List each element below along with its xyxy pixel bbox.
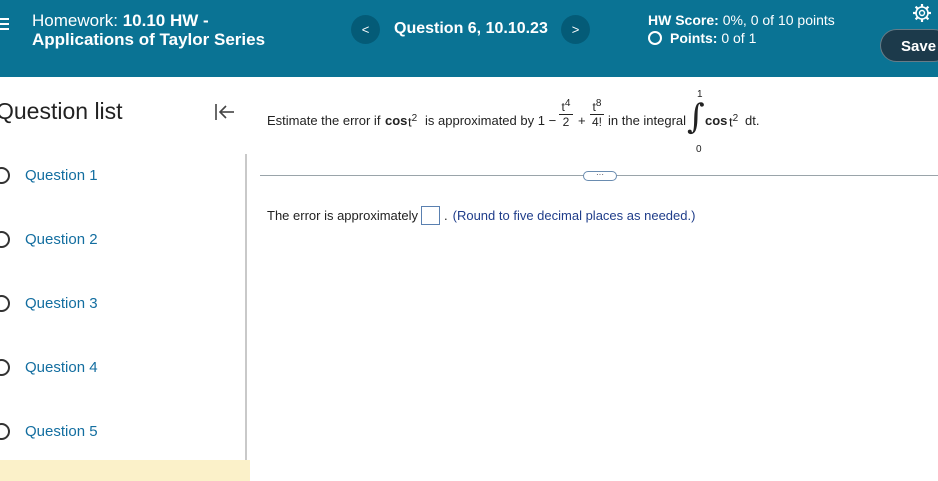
cos-label: cos <box>385 113 408 128</box>
sidebar-item-question-4[interactable]: Question 4 <box>0 355 98 379</box>
question-panel: Estimate the error if cos t2 is approxim… <box>250 77 938 481</box>
question-label: Question 6, 10.10.23 <box>394 20 548 37</box>
question-list-sidebar: Question list Question 1 Question 2 Ques… <box>0 77 250 481</box>
rounding-hint: (Round to five decimal places as needed.… <box>452 208 696 223</box>
fraction-t8-over-4factorial: t8 4! <box>590 98 604 129</box>
sidebar-item-current-highlight[interactable] <box>0 460 250 481</box>
status-circle-icon <box>0 230 10 248</box>
problem-statement: Estimate the error if cos t2 is approxim… <box>267 87 907 157</box>
plus-sign: + <box>578 113 586 128</box>
sidebar-item-question-2[interactable]: Question 2 <box>0 227 98 251</box>
gear-icon[interactable] <box>912 3 932 23</box>
answer-row: The error is approximately . (Round to f… <box>267 206 695 225</box>
integrand-t: t2 <box>729 113 739 130</box>
problem-text-integral: in the integral <box>608 113 687 128</box>
status-circle-icon <box>0 294 10 312</box>
sidebar-item-question-5[interactable]: Question 5 <box>0 419 98 443</box>
answer-input[interactable] <box>421 206 440 225</box>
homework-name: Applications of Taylor Series <box>32 30 266 49</box>
answer-prompt: The error is approximately <box>267 208 418 223</box>
status-circle-icon <box>0 358 10 376</box>
dt-label: dt. <box>745 113 760 128</box>
next-question-button[interactable]: > <box>561 15 590 44</box>
top-header: Homework: 10.10 HW - Applications of Tay… <box>0 0 938 77</box>
sidebar-item-question-3[interactable]: Question 3 <box>0 291 98 315</box>
homework-title: Homework: 10.10 HW - Applications of Tay… <box>32 11 265 49</box>
collapse-sidebar-icon[interactable] <box>214 101 236 123</box>
sidebar-scrollbar[interactable] <box>245 154 247 481</box>
status-circle-icon <box>0 422 10 440</box>
problem-text-intro: Estimate the error if <box>267 113 381 128</box>
t-variable: t2 <box>408 113 418 130</box>
integral-lower-limit: 0 <box>696 144 702 155</box>
homework-prefix: Homework: <box>32 11 118 30</box>
sidebar-item-question-1[interactable]: Question 1 <box>0 163 98 187</box>
status-circle-icon <box>0 166 10 184</box>
homework-number: 10.10 HW - <box>122 11 209 30</box>
save-button[interactable]: Save <box>880 29 938 62</box>
question-list-title: Question list <box>0 98 123 124</box>
problem-text-approx: is approximated by 1 − <box>425 113 557 128</box>
more-options-button[interactable]: ··· <box>583 171 617 181</box>
points-status-icon <box>648 31 662 45</box>
integrand-cos: cos <box>705 113 728 128</box>
previous-question-button[interactable]: < <box>351 15 380 44</box>
hw-score: HW Score: 0%, 0 of 10 points <box>648 12 835 28</box>
menu-icon[interactable] <box>0 18 9 32</box>
answer-period: . <box>444 208 448 223</box>
fraction-t4-over-2: t4 2 <box>559 97 573 129</box>
points: Points: 0 of 1 <box>648 30 756 46</box>
integral-sign: ∫ <box>687 97 705 137</box>
